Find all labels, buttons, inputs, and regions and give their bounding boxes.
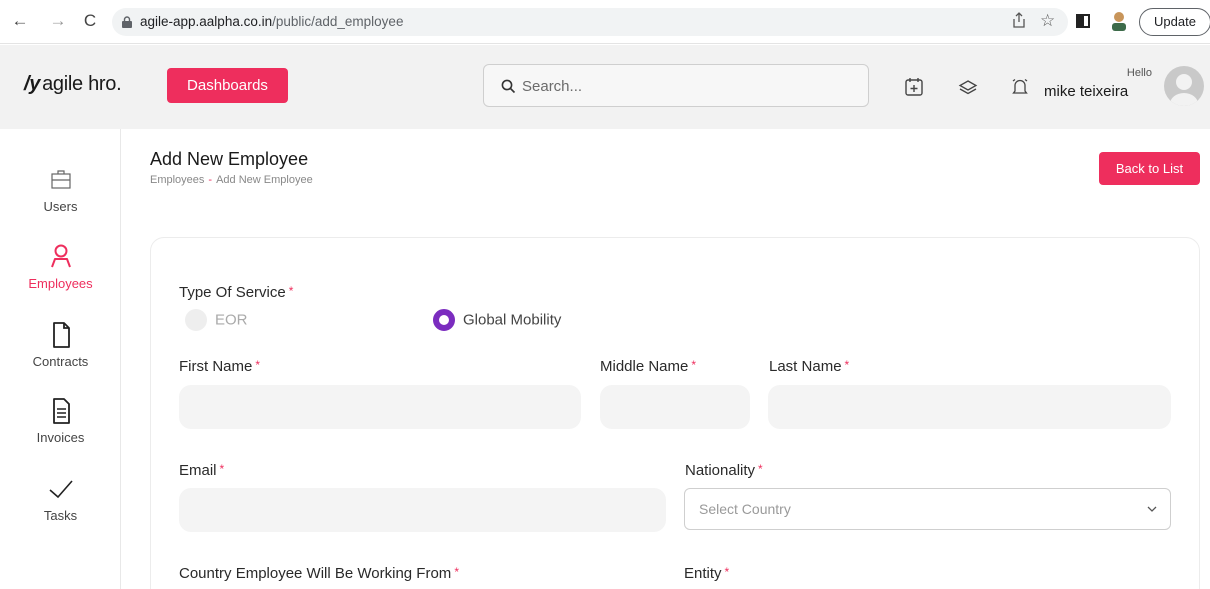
search-icon bbox=[501, 79, 516, 94]
star-icon[interactable]: ☆ bbox=[1040, 11, 1055, 31]
radio-global-mobility[interactable] bbox=[433, 309, 455, 331]
middle-name-label: Middle Name * bbox=[600, 358, 697, 375]
breadcrumb-current: Add New Employee bbox=[216, 174, 313, 186]
update-button[interactable]: Update bbox=[1139, 8, 1210, 36]
user-icon bbox=[50, 244, 71, 268]
sidebar-item-label: Tasks bbox=[43, 508, 78, 523]
breadcrumb: Employees - Add New Employee bbox=[150, 174, 313, 186]
email-input[interactable] bbox=[179, 488, 666, 532]
avatar[interactable] bbox=[1164, 66, 1204, 106]
sidebar-item-label: Users bbox=[43, 199, 78, 214]
nationality-label: Nationality * bbox=[685, 462, 763, 479]
last-name-label: Last Name * bbox=[769, 358, 850, 375]
page-title: Add New Employee bbox=[150, 149, 309, 169]
invoice-icon bbox=[52, 398, 70, 424]
briefcase-icon bbox=[50, 170, 71, 189]
first-name-label: First Name * bbox=[179, 358, 261, 375]
email-label: Email * bbox=[179, 462, 225, 479]
radio-eor-label: EOR bbox=[215, 311, 248, 329]
check-icon bbox=[48, 480, 73, 499]
sidebar-item-label: Invoices bbox=[36, 430, 85, 445]
user-name[interactable]: mike teixeira bbox=[1044, 83, 1128, 100]
sidebar-item-tasks[interactable]: Tasks bbox=[0, 475, 121, 523]
first-name-input[interactable] bbox=[179, 385, 581, 429]
logo[interactable]: /y agile hro. bbox=[24, 73, 122, 96]
sidebar-item-contracts[interactable]: Contracts bbox=[0, 321, 121, 369]
share-icon[interactable] bbox=[1012, 12, 1026, 28]
back-to-list-button[interactable]: Back to List bbox=[1099, 152, 1200, 185]
sidebar: Users Employees Contracts Invoices Tasks bbox=[0, 129, 121, 589]
sidebar-item-users[interactable]: Users bbox=[0, 166, 121, 214]
layers-icon[interactable] bbox=[958, 78, 978, 98]
dashboards-button[interactable]: Dashboards bbox=[167, 68, 288, 103]
chevron-down-icon bbox=[1147, 506, 1157, 512]
sidebar-item-label: Contracts bbox=[32, 354, 89, 369]
sidebar-item-label: Employees bbox=[28, 276, 93, 291]
nationality-placeholder: Select Country bbox=[699, 501, 791, 517]
entity-label: Entity * bbox=[684, 565, 730, 582]
reload-icon[interactable]: C bbox=[80, 11, 100, 31]
middle-name-input[interactable] bbox=[600, 385, 750, 429]
nationality-select[interactable]: Select Country bbox=[684, 488, 1171, 530]
app-header: /yagile hro. Dashboards Hello mike teixe… bbox=[0, 45, 1210, 129]
profile-avatar-icon[interactable] bbox=[1110, 11, 1128, 31]
url-text: agile-app.aalpha.co.in/public/add_employ… bbox=[140, 14, 404, 29]
back-arrow-icon[interactable]: ← bbox=[10, 11, 30, 31]
search-box[interactable] bbox=[483, 64, 869, 107]
greeting-text: Hello bbox=[1126, 67, 1152, 79]
search-input[interactable] bbox=[522, 75, 842, 97]
radio-global-mobility-label: Global Mobility bbox=[463, 311, 562, 329]
forward-arrow-icon[interactable]: → bbox=[48, 11, 68, 31]
calendar-add-icon[interactable] bbox=[904, 77, 924, 97]
radio-eor[interactable] bbox=[185, 309, 207, 331]
bell-icon[interactable] bbox=[1010, 77, 1030, 97]
lock-icon bbox=[122, 16, 132, 28]
document-icon bbox=[52, 322, 70, 348]
last-name-input[interactable] bbox=[768, 385, 1171, 429]
service-option-global-mobility[interactable]: Global Mobility bbox=[433, 309, 561, 331]
breadcrumb-employees[interactable]: Employees bbox=[150, 174, 204, 186]
service-option-eor[interactable]: EOR bbox=[185, 309, 248, 331]
browser-toolbar: ← → C agile-app.aalpha.co.in/public/add_… bbox=[0, 0, 1210, 44]
sidepanel-icon[interactable] bbox=[1076, 14, 1090, 28]
type-of-service-label: Type Of Service * bbox=[179, 284, 294, 301]
working-country-label: Country Employee Will Be Working From * bbox=[179, 565, 459, 582]
breadcrumb-separator: - bbox=[208, 174, 213, 186]
sidebar-item-invoices[interactable]: Invoices bbox=[0, 397, 121, 445]
address-bar[interactable]: agile-app.aalpha.co.in/public/add_employ… bbox=[112, 8, 1068, 36]
sidebar-item-employees[interactable]: Employees bbox=[0, 243, 121, 291]
user-avatar-icon bbox=[1170, 74, 1198, 106]
